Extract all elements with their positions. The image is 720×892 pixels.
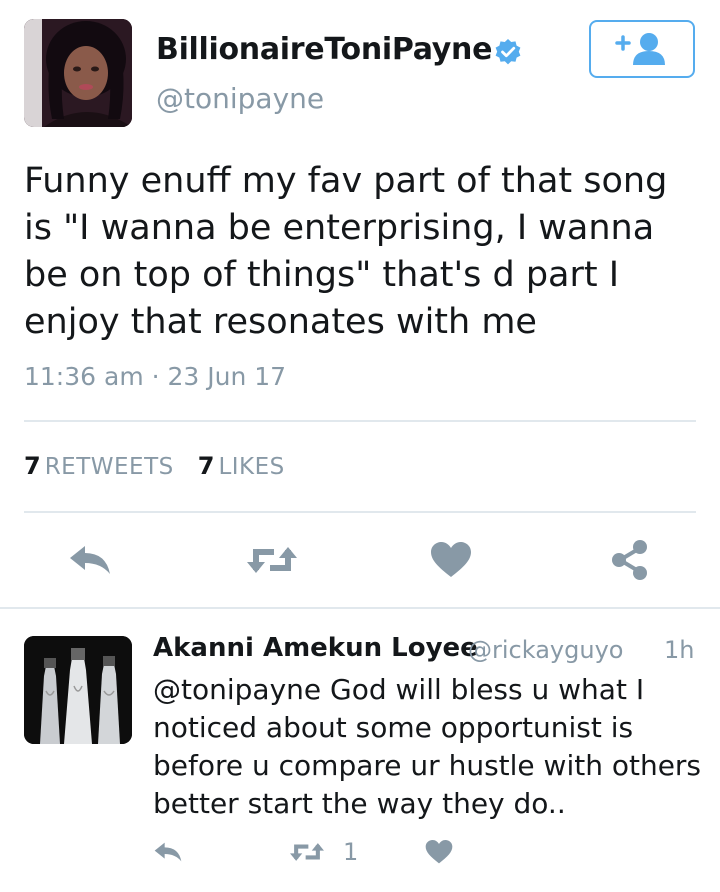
like-count[interactable]: 7 LIKES xyxy=(198,452,309,480)
author-handle[interactable]: @tonipayne xyxy=(156,82,324,115)
reply-retweet-icon[interactable] xyxy=(288,838,326,870)
heart-icon[interactable] xyxy=(430,541,472,583)
reply-reply-icon[interactable] xyxy=(152,840,184,868)
tweet-timestamp[interactable]: 11:36 am · 23 Jun 17 xyxy=(24,362,286,391)
reply-author-name[interactable]: Akanni Amekun Loyee xyxy=(153,633,478,663)
verified-badge-icon xyxy=(494,38,522,66)
retweet-icon[interactable] xyxy=(244,540,300,584)
reply-text: @tonipayne God will bless u what I notic… xyxy=(153,673,702,820)
retweet-count[interactable]: 7 RETWEETS xyxy=(24,452,198,480)
tweet-text: Funny enuff my fav part of that song is … xyxy=(24,161,668,342)
divider xyxy=(24,511,696,513)
reply-time[interactable]: 1h xyxy=(664,636,694,664)
divider xyxy=(24,420,696,422)
author-display-name[interactable]: BillionaireToniPayne xyxy=(156,32,492,67)
reply-author-avatar[interactable] xyxy=(24,636,132,744)
add-user-icon xyxy=(615,33,665,65)
reply-heart-icon[interactable] xyxy=(425,839,453,869)
tweet-stats: 7 RETWEETS 7 LIKES xyxy=(24,452,309,480)
reply-retweet-count: 1 xyxy=(343,838,359,866)
share-icon[interactable] xyxy=(608,538,652,586)
reply-author-handle[interactable]: @rickayguyo xyxy=(468,636,623,664)
author-avatar[interactable] xyxy=(24,19,132,127)
section-divider xyxy=(0,607,720,609)
follow-button[interactable] xyxy=(589,20,695,78)
reply-icon[interactable] xyxy=(66,542,114,582)
